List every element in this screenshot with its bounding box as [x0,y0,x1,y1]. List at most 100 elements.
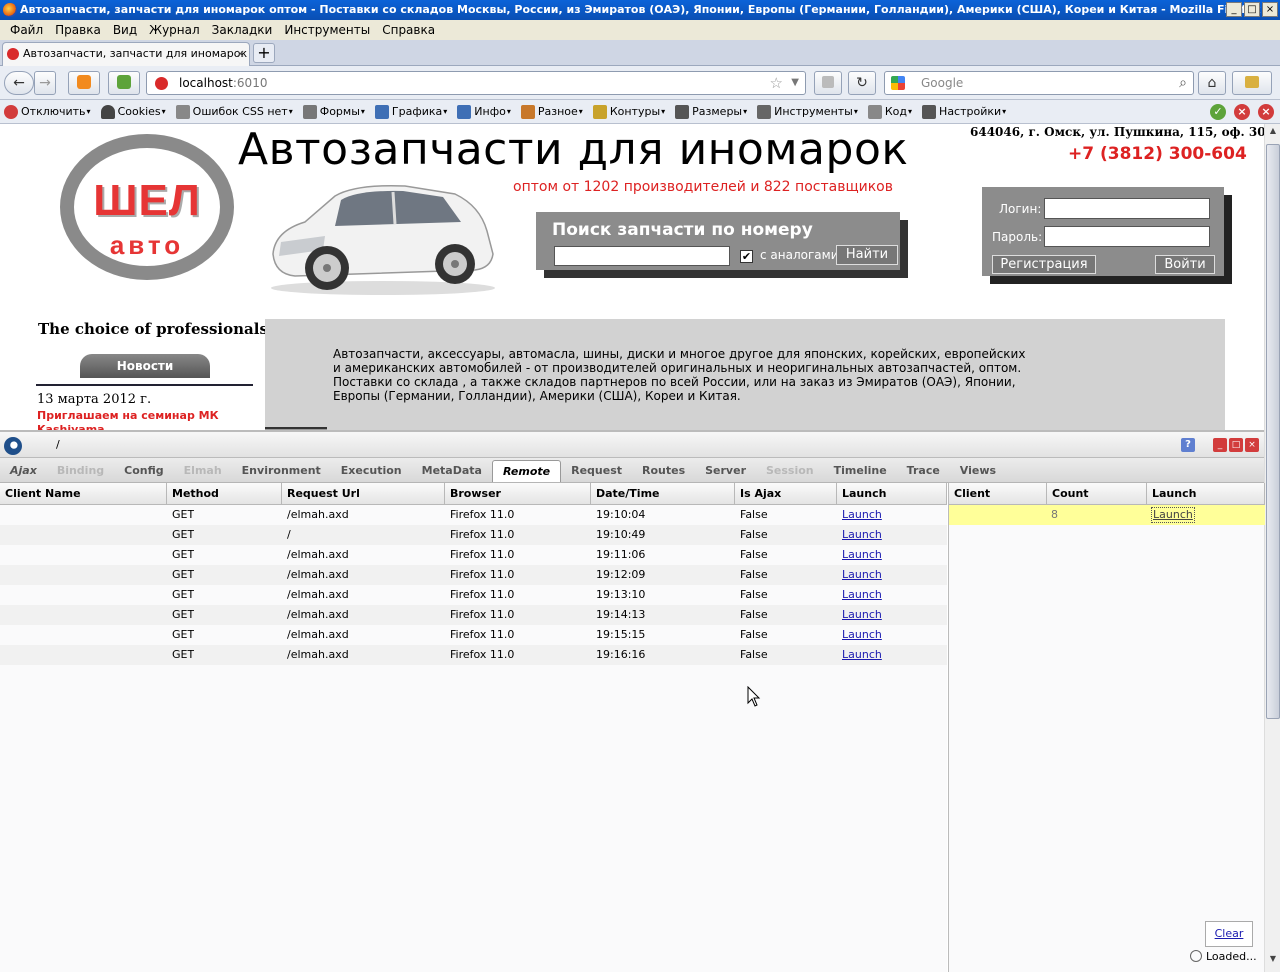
search-icon[interactable]: ⌕ [1179,72,1187,94]
vertical-scrollbar[interactable]: ▲ ▼ [1264,124,1280,972]
launch-link[interactable]: Launch [842,645,882,665]
launch-link[interactable]: Launch [842,625,882,645]
menu-help[interactable]: Справка [382,23,435,37]
launch-link[interactable]: Launch [842,605,882,625]
launch-link[interactable]: Launch [842,545,882,565]
maximize-button[interactable]: □ [1244,2,1260,17]
menu-tools[interactable]: Инструменты [284,23,370,37]
tab-execution[interactable]: Execution [331,460,412,482]
password-input[interactable] [1044,226,1210,247]
site-logo[interactable]: ШЕЛ авто [60,134,234,280]
col-request-url[interactable]: Request Url [282,483,445,505]
col-launch[interactable]: Launch [837,483,947,505]
tab-ajax[interactable]: Ajax [0,460,47,482]
help-icon[interactable]: ? [1181,438,1195,452]
login-input[interactable] [1044,198,1210,219]
devbar-disable[interactable]: Отключить ▾ [4,104,91,119]
tab-environment[interactable]: Environment [232,460,331,482]
search-input[interactable]: Google ⌕ [884,71,1194,95]
devbar-tools[interactable]: Инструменты ▾ [757,104,858,119]
launch-link[interactable]: Launch [842,565,882,585]
launch-link[interactable]: Launch [842,505,882,525]
tab-config[interactable]: Config [114,460,174,482]
addon-menu-button[interactable] [1232,71,1272,95]
devbar-resize[interactable]: Размеры ▾ [675,104,747,119]
col-client[interactable]: Client [949,483,1047,505]
table-row[interactable]: GET/elmah.axd Firefox 11.0 19:15:15 False La… [0,625,947,645]
tab-views[interactable]: Views [950,460,1006,482]
scroll-up-icon[interactable]: ▲ [1266,126,1280,142]
menu-view[interactable]: Вид [113,23,137,37]
col-count[interactable]: Count [1047,483,1147,505]
devbar-info[interactable]: Инфо ▾ [457,104,511,119]
devbar-forms[interactable]: Формы ▾ [302,104,365,119]
devbar-code[interactable]: Код ▾ [867,104,912,119]
table-row[interactable]: GET/elmah.axd Firefox 11.0 19:11:06 False La… [0,545,947,565]
tab-metadata[interactable]: MetaData [412,460,492,482]
home-button[interactable]: ⌂ [1198,71,1226,95]
new-tab-button[interactable]: + [253,43,275,63]
table-row[interactable]: GET/elmah.axd Firefox 11.0 19:16:16 False La… [0,645,947,665]
client-launch-link[interactable]: Launch [1151,507,1195,523]
col-browser[interactable]: Browser [445,483,591,505]
client-row[interactable]: 8 Launch [949,505,1265,525]
reload-button[interactable]: ↻ [848,71,876,95]
close-tab-icon[interactable]: × [236,43,245,65]
devbar-settings[interactable]: Настройки ▾ [922,104,1006,119]
menu-edit[interactable]: Правка [55,23,101,37]
close-window-button[interactable]: × [1262,2,1278,17]
forward-button[interactable]: → [34,71,56,95]
register-button[interactable]: Регистрация [992,255,1096,274]
news-link[interactable]: Приглашаем на семинар МК Kashiyama [37,409,237,430]
login-button[interactable]: Войти [1155,255,1215,274]
devbar-css[interactable]: Ошибок CSS нет ▾ [175,104,293,119]
tab-routes[interactable]: Routes [632,460,695,482]
tab-remote[interactable]: Remote [491,460,562,482]
table-row[interactable]: GET/elmah.axd Firefox 11.0 19:14:13 False La… [0,605,947,625]
check-icon[interactable]: ✓ [1210,104,1226,120]
url-bar[interactable]: localhost:6010 ☆ ▼ [146,71,806,95]
table-row[interactable]: GET/elmah.axd Firefox 11.0 19:12:09 False La… [0,565,947,585]
menu-file[interactable]: Файл [10,23,43,37]
menu-bookmarks[interactable]: Закладки [212,23,273,37]
analogs-checkbox[interactable]: ✔ [740,250,753,263]
minimize-button[interactable]: _ [1226,2,1242,17]
scroll-down-icon[interactable]: ▼ [1266,954,1280,970]
scroll-thumb[interactable] [1266,144,1280,719]
col-client-name[interactable]: Client Name [0,483,167,505]
devbar-images[interactable]: Графика ▾ [374,104,447,119]
bookmark-star-icon[interactable]: ☆ [770,72,783,94]
rss-button[interactable] [68,71,100,95]
devbar-misc[interactable]: Разное ▾ [520,104,583,119]
popout-panel-icon[interactable]: □ [1229,438,1243,452]
col-method[interactable]: Method [167,483,282,505]
devbar-outline[interactable]: Контуры ▾ [592,104,665,119]
col-date-time[interactable]: Date/Time [591,483,735,505]
launch-link[interactable]: Launch [842,525,882,545]
error-icon[interactable]: × [1234,104,1250,120]
tab-timeline[interactable]: Timeline [824,460,897,482]
table-row[interactable]: GET / Firefox 11.0 19:10:49 False Launch [0,525,947,545]
find-button[interactable]: Найти [836,245,898,265]
tab-request[interactable]: Request [561,460,632,482]
close-toolbar-icon[interactable]: × [1258,104,1274,120]
url-dropdown-icon[interactable]: ▼ [791,72,799,94]
tab-server[interactable]: Server [695,460,756,482]
minimize-panel-icon[interactable]: _ [1213,438,1227,452]
addon-button[interactable] [108,71,140,95]
menu-history[interactable]: Журнал [149,23,200,37]
tab-trace[interactable]: Trace [897,460,950,482]
clear-button[interactable]: Clear [1205,921,1253,947]
browser-tab[interactable]: Автозапчасти, запчасти для иномарок оп..… [2,42,250,66]
back-button[interactable]: ← [4,71,34,95]
launch-link[interactable]: Launch [842,585,882,605]
table-row[interactable]: GET/elmah.axd Firefox 11.0 19:10:04 False La… [0,505,947,525]
close-panel-icon[interactable]: × [1245,438,1259,452]
part-number-input[interactable] [554,246,730,266]
feed-button[interactable] [814,71,842,95]
devbar-cookies[interactable]: Cookies ▾ [100,104,166,119]
table-row[interactable]: GET/elmah.axd Firefox 11.0 19:13:10 False La… [0,585,947,605]
news-tab[interactable]: Новости [80,354,210,378]
col-is-ajax[interactable]: Is Ajax [735,483,837,505]
col-launch[interactable]: Launch [1147,483,1265,505]
